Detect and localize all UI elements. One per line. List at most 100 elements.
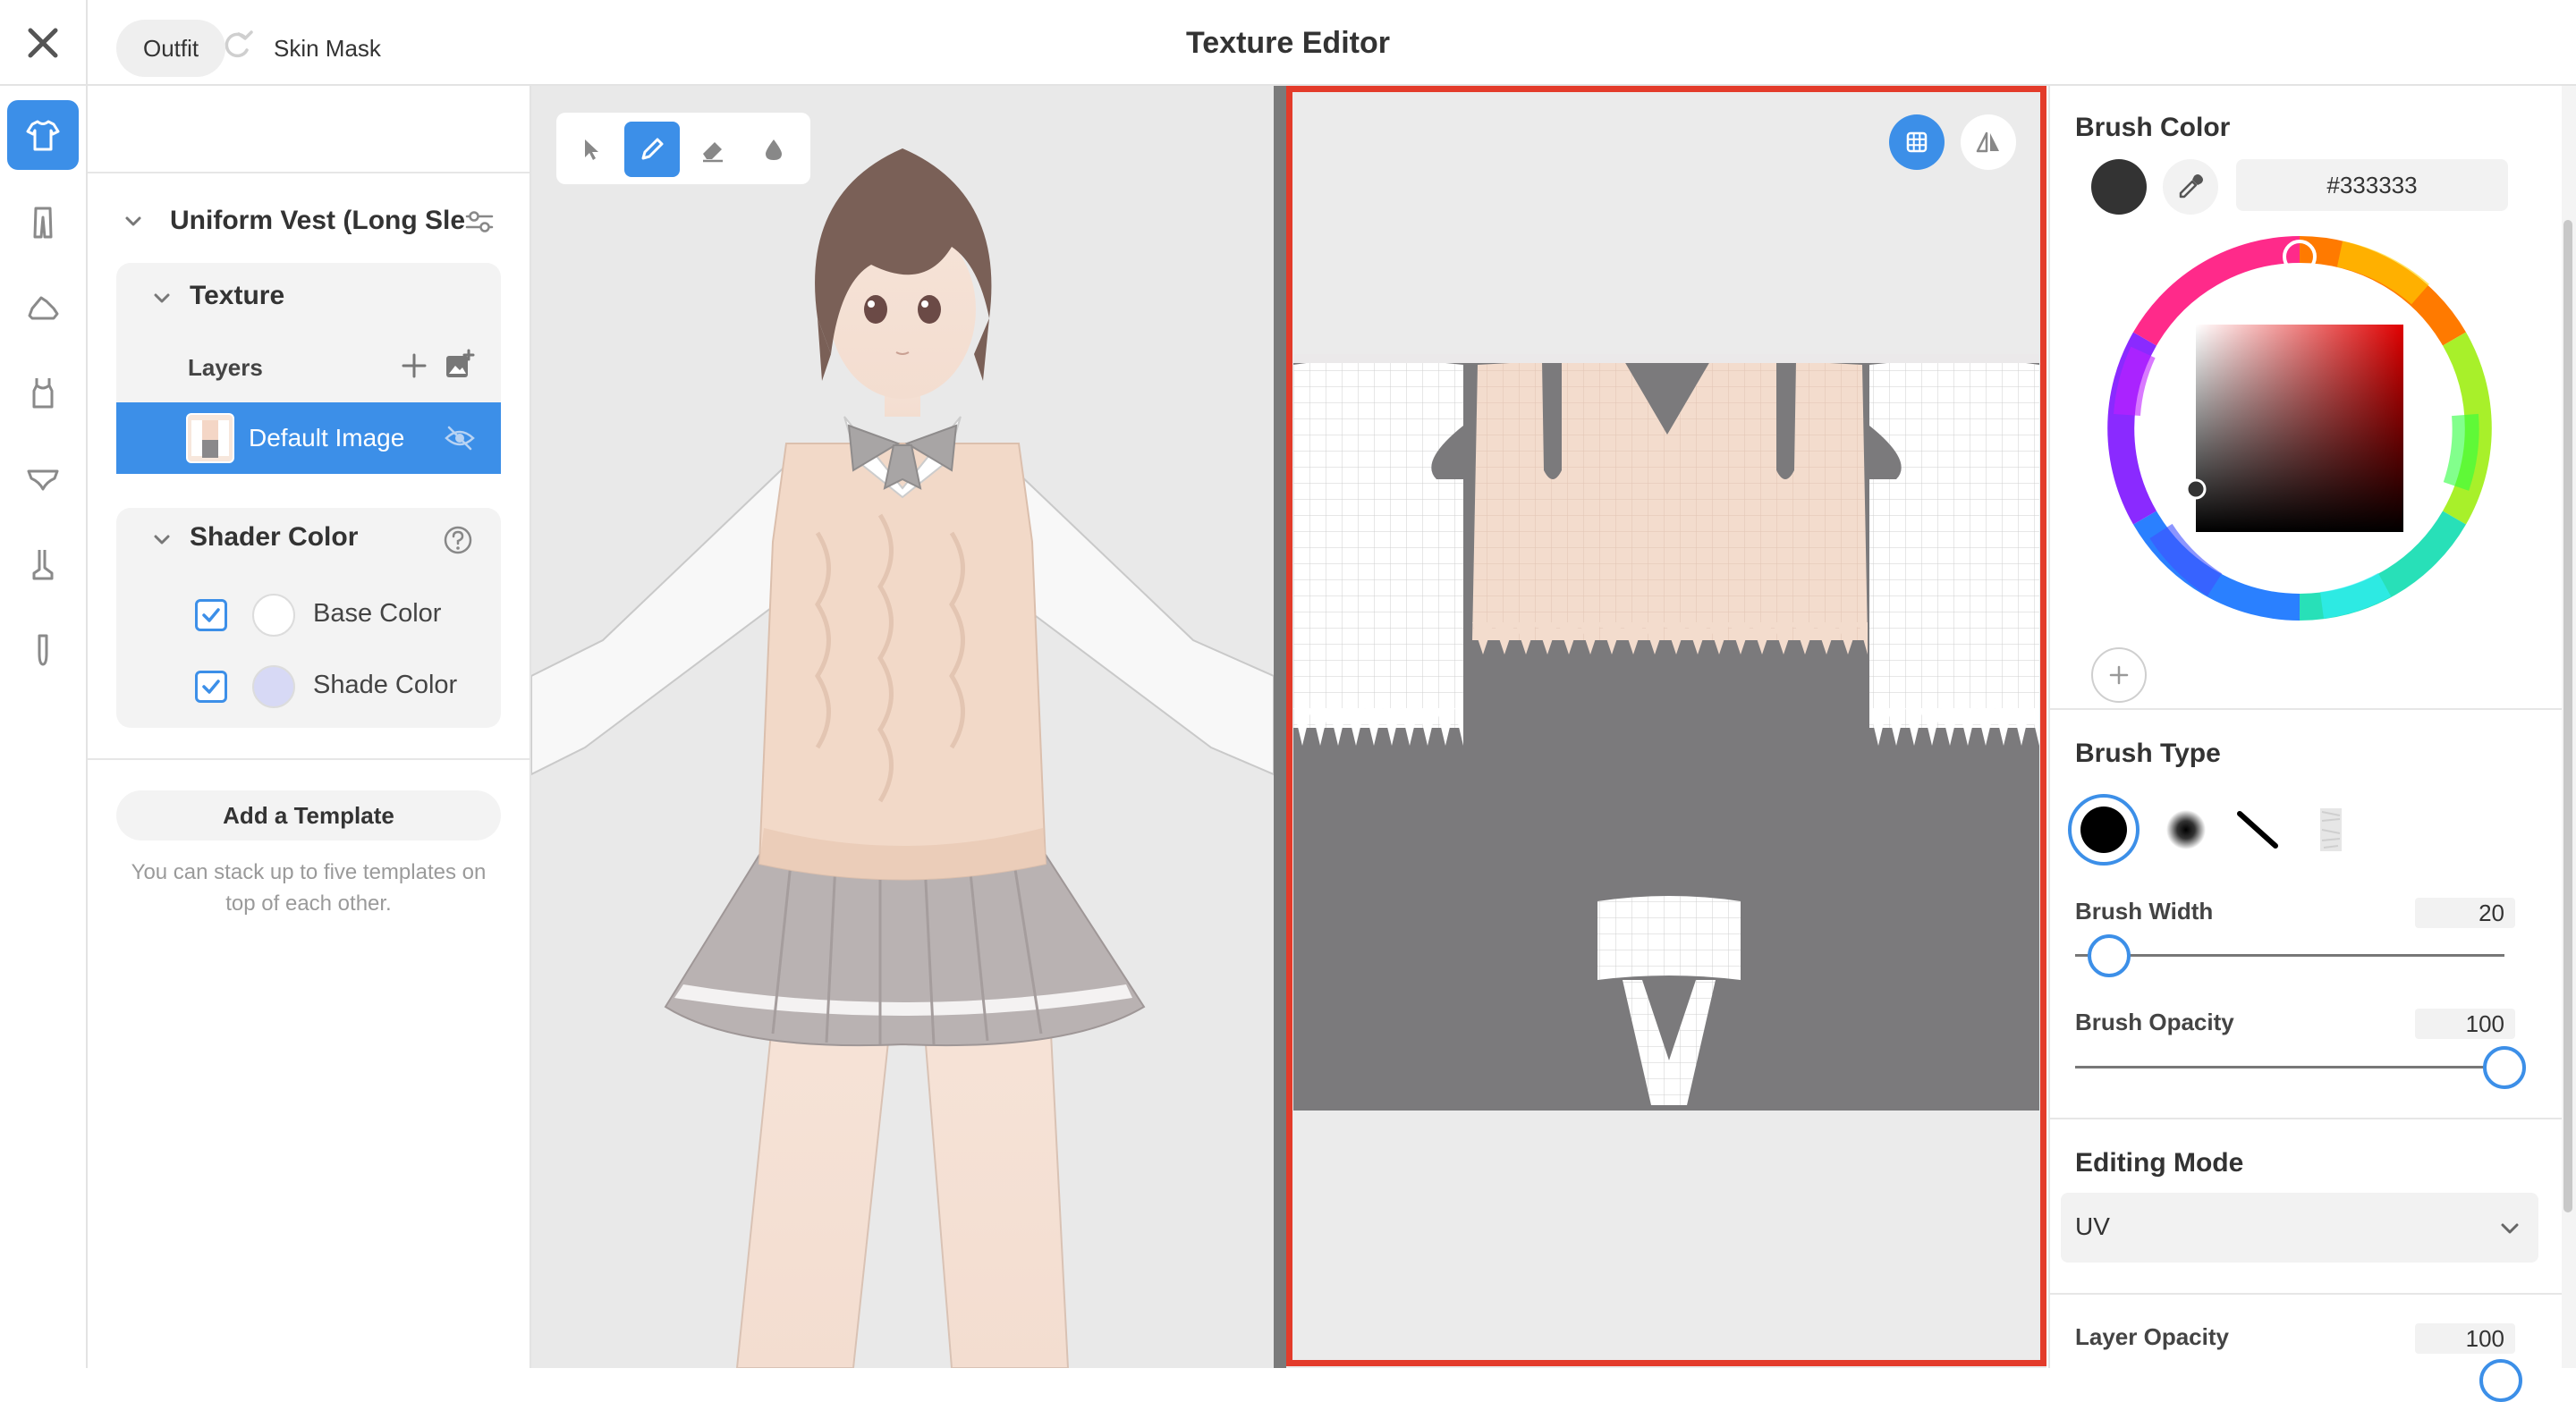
3d-viewport[interactable] <box>531 86 1274 1368</box>
brush-opacity-slider-knob[interactable] <box>2483 1046 2526 1089</box>
sliders-icon <box>465 211 494 232</box>
editing-mode-title: Editing Mode <box>2075 1148 2244 1178</box>
texture-brush-icon <box>2320 808 2342 851</box>
fill-tool-button[interactable] <box>746 122 801 177</box>
layer-opacity-label: Layer Opacity <box>2075 1323 2229 1350</box>
outfit-collapse-button[interactable] <box>123 211 143 235</box>
tab-skin-mask[interactable]: Skin Mask <box>247 20 408 77</box>
add-image-layer-button[interactable] <box>444 349 476 385</box>
rail-item-shoes[interactable] <box>7 272 79 342</box>
hex-color-input[interactable]: #333333 <box>2236 159 2508 211</box>
add-image-icon <box>446 349 475 377</box>
add-template-button[interactable]: Add a Template <box>116 790 501 840</box>
outfit-name: Uniform Vest (Long Slee <box>170 206 465 235</box>
brush-type-line-button[interactable] <box>2222 794 2293 866</box>
chevron-down-icon <box>154 293 170 303</box>
chevron-down-icon <box>125 216 141 226</box>
base-color-checkbox[interactable] <box>195 599 227 631</box>
texture-title: Texture <box>190 281 285 310</box>
right-panel-divider <box>2050 708 2562 710</box>
chevron-down-icon <box>154 535 170 545</box>
shader-title: Shader Color <box>190 522 359 552</box>
base-color-label: Base Color <box>313 599 442 628</box>
uv-editor-highlight <box>1286 86 2046 1366</box>
rail-item-socks[interactable] <box>7 529 79 599</box>
brush-width-label: Brush Width <box>2075 898 2214 925</box>
check-icon <box>202 608 220 622</box>
plus-icon <box>402 353 427 378</box>
select-tool-button[interactable] <box>564 122 619 177</box>
tank-top-icon <box>32 378 54 409</box>
grid-icon <box>1906 131 1928 153</box>
chevron-down-icon <box>2501 1223 2519 1234</box>
base-color-swatch[interactable] <box>252 594 295 637</box>
add-layer-button[interactable] <box>399 350 429 385</box>
rail-item-inner[interactable] <box>7 358 79 427</box>
brush-type-hard-button[interactable] <box>2068 794 2140 866</box>
texture-collapse-button[interactable] <box>152 288 172 312</box>
eyedropper-icon <box>2179 174 2203 198</box>
current-color-swatch[interactable] <box>2091 159 2147 215</box>
layer-opacity-slider-knob[interactable] <box>2479 1359 2522 1402</box>
rail-item-accessories[interactable] <box>7 615 79 685</box>
left-panel-divider <box>88 172 530 173</box>
editing-mode-select[interactable]: UV <box>2061 1193 2538 1263</box>
brush-width-slider-track[interactable] <box>2075 954 2504 957</box>
pants-icon <box>33 207 53 239</box>
brush-type-texture-button[interactable] <box>2293 794 2365 866</box>
line-brush-icon <box>2237 811 2278 849</box>
eyedropper-button[interactable] <box>2163 159 2218 215</box>
sock-icon <box>32 550 54 580</box>
pane-splitter[interactable] <box>1274 86 1286 1368</box>
brush-opacity-label: Brush Opacity <box>2075 1009 2234 1035</box>
layer-opacity-input[interactable]: 100 <box>2415 1323 2515 1354</box>
tab-outfit[interactable]: Outfit <box>116 20 226 77</box>
layer-visibility-toggle[interactable] <box>444 424 476 457</box>
right-panel-divider <box>2050 1293 2562 1295</box>
eye-off-icon <box>445 426 475 451</box>
right-panel-divider <box>2050 1118 2562 1119</box>
brush-color-title: Brush Color <box>2075 113 2231 142</box>
template-hint: You can stack up to five templates on to… <box>131 860 487 916</box>
brush-type-title: Brush Type <box>2075 739 2221 768</box>
layers-label: Layers <box>188 354 263 381</box>
color-wheel[interactable] <box>2107 236 2492 625</box>
shirt-icon <box>26 120 60 151</box>
brush-type-soft-button[interactable] <box>2150 794 2222 866</box>
saturation-handle <box>2185 478 2207 500</box>
brush-opacity-slider-track[interactable] <box>2075 1066 2504 1068</box>
right-panel-scrollbar-thumb[interactable] <box>2563 220 2572 1212</box>
close-button[interactable] <box>7 7 79 79</box>
accessory-icon <box>38 634 48 666</box>
eraser-tool-button[interactable] <box>685 122 741 177</box>
shader-collapse-button[interactable] <box>152 529 172 553</box>
shade-color-swatch[interactable] <box>252 665 295 708</box>
top-bar-divider <box>86 0 88 86</box>
editing-mode-value: UV <box>2075 1212 2110 1240</box>
soft-brush-icon <box>2166 810 2206 849</box>
outfit-settings-button[interactable] <box>463 206 496 242</box>
brush-width-input[interactable]: 20 <box>2415 898 2515 928</box>
rail-item-tops[interactable] <box>7 100 79 170</box>
shader-help-button[interactable] <box>442 524 474 561</box>
mirror-toggle-button[interactable] <box>1961 114 2016 170</box>
add-swatch-button[interactable] <box>2091 647 2147 703</box>
rail-item-bottoms[interactable] <box>7 188 79 258</box>
left-panel-divider <box>88 758 530 760</box>
shade-color-label: Shade Color <box>313 671 458 699</box>
hard-brush-icon <box>2080 807 2127 853</box>
cursor-icon <box>585 139 598 160</box>
pen-tool-button[interactable] <box>624 122 680 177</box>
layer-thumbnail <box>186 413 234 463</box>
shoe-icon <box>28 296 59 320</box>
pencil-icon <box>641 138 664 160</box>
plus-icon <box>2109 665 2129 685</box>
grid-toggle-button[interactable] <box>1889 114 1945 170</box>
shade-color-checkbox[interactable] <box>195 671 227 703</box>
droplet-icon <box>766 139 782 160</box>
brush-opacity-input[interactable]: 100 <box>2415 1009 2515 1039</box>
help-icon <box>444 526 472 554</box>
avatar-preview <box>531 148 1274 1368</box>
layer-name: Default Image <box>249 424 405 452</box>
rail-item-underwear[interactable] <box>7 443 79 513</box>
